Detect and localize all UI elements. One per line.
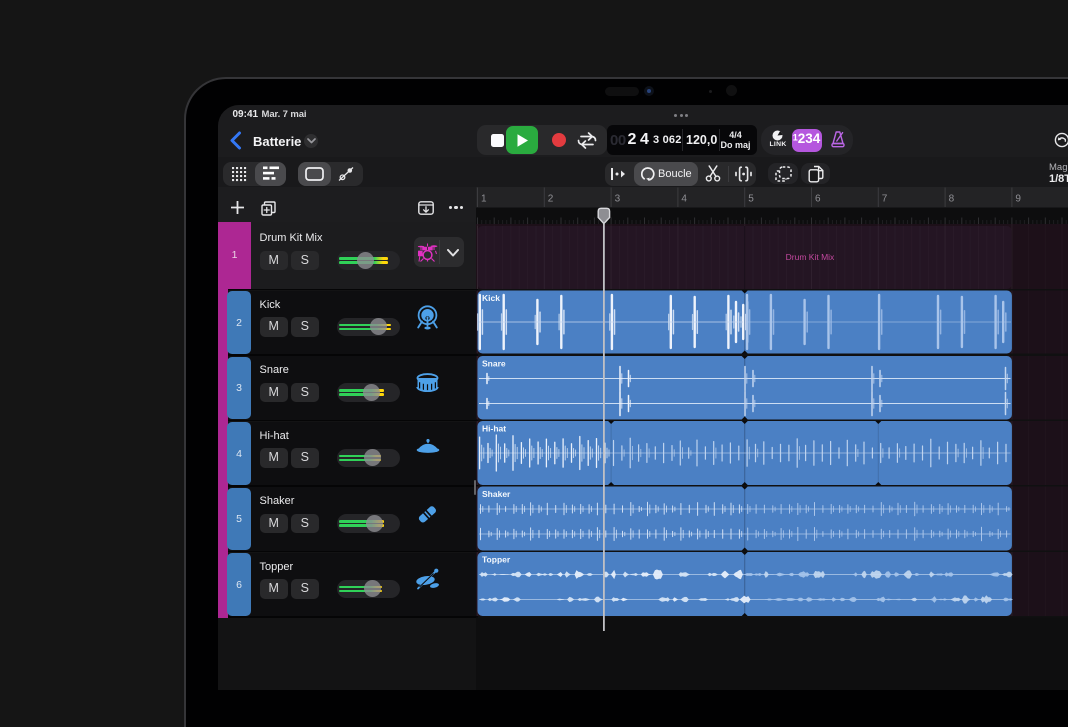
svg-text:7: 7 <box>882 194 888 205</box>
svg-text:2: 2 <box>548 194 554 205</box>
svg-text:9: 9 <box>1015 194 1021 205</box>
svg-text:Shaker: Shaker <box>482 489 511 499</box>
svg-text:4: 4 <box>681 194 687 205</box>
svg-text:Topper: Topper <box>482 555 511 565</box>
svg-text:6: 6 <box>815 194 821 205</box>
svg-text:Drum Kit Mix: Drum Kit Mix <box>786 252 835 262</box>
svg-text:Snare: Snare <box>482 359 506 369</box>
svg-text:1: 1 <box>481 194 487 205</box>
svg-text:5: 5 <box>748 194 754 205</box>
svg-text:8: 8 <box>949 194 955 205</box>
svg-text:Hi-hat: Hi-hat <box>482 424 506 434</box>
svg-text:Kick: Kick <box>482 293 500 303</box>
svg-text:3: 3 <box>615 194 621 205</box>
